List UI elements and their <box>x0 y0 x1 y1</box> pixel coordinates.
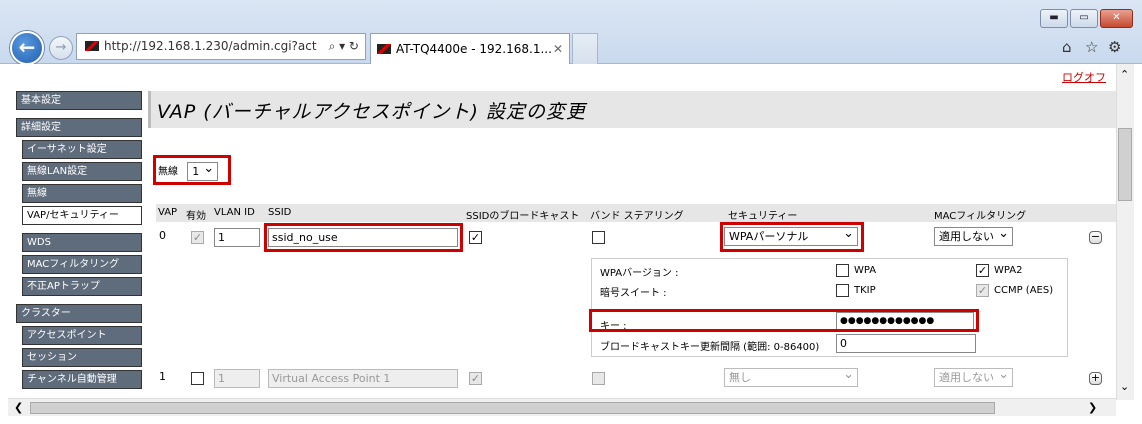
cipher-suite-label: 暗号スイート : <box>600 288 667 299</box>
broadcast-checkbox[interactable] <box>469 231 482 244</box>
sidebar-item-radio[interactable]: 無線 <box>22 184 142 203</box>
col-enabled: 有効 <box>186 211 206 222</box>
vap-table-header: VAP 有効 VLAN ID SSID SSIDのブロードキャスト バンド ステ… <box>156 204 1116 222</box>
ccmp-label: CCMP (AES) <box>994 285 1054 296</box>
tab-close-icon[interactable]: ✕ <box>553 42 563 56</box>
site-logo-icon <box>85 41 99 51</box>
page-title: VAP (バーチャルアクセスポイント) 設定の変更 <box>148 91 1116 128</box>
radio-selector: 無線 1 <box>158 160 219 181</box>
scroll-right-icon[interactable]: ❯ <box>1088 401 1097 414</box>
security-select: 無し <box>724 366 858 387</box>
col-band-steering: バンド ステアリング <box>590 211 684 222</box>
close-window-button[interactable]: ✕ <box>1100 9 1133 28</box>
address-controls[interactable]: ⌕ ▾ ↻ <box>329 34 359 59</box>
vap-id: 1 <box>159 370 166 383</box>
sidebar-item-mac-filter[interactable]: MACフィルタリング <box>22 255 142 274</box>
back-button[interactable]: ← <box>10 31 44 65</box>
sidebar-item-rogue-ap[interactable]: 不正APトラップ <box>22 277 142 296</box>
horizontal-scroll-thumb[interactable] <box>30 402 995 414</box>
new-tab-button[interactable] <box>572 33 598 64</box>
ssid-input: Virtual Access Point 1 <box>268 369 458 388</box>
collapse-button[interactable]: − <box>1089 231 1102 244</box>
logout-link[interactable]: ログオフ <box>1062 69 1106 85</box>
scroll-down-icon[interactable]: ⌄ <box>1120 380 1129 393</box>
col-ssid: SSID <box>268 207 292 218</box>
security-panel: WPAバージョン : WPA WPA2 暗号スイート : TKIP CCMP (… <box>591 258 1068 357</box>
browser-tab[interactable]: AT-TQ4400e - 192.168.1... ✕ <box>370 33 570 64</box>
wpa-version-label: WPAバージョン : <box>600 268 679 279</box>
col-vap: VAP <box>158 207 178 218</box>
security-select[interactable]: WPAパーソナル <box>724 225 858 246</box>
col-broadcast: SSIDのブロードキャスト <box>466 211 580 222</box>
wpa-label: WPA <box>854 265 877 276</box>
sidebar-item-wds[interactable]: WDS <box>22 233 142 252</box>
browser-chrome: ▬ ▭ ✕ ← → http://192.168.1.230/admin.cgi… <box>0 0 1142 65</box>
ssid-input[interactable]: ssid_no_use <box>268 228 458 247</box>
key-label: キー : <box>600 321 627 332</box>
key-input[interactable]: ●●●●●●●●●●●● <box>836 312 974 331</box>
band-steering-checkbox <box>592 372 605 385</box>
sidebar-item-wlan[interactable]: 無線LAN設定 <box>22 162 142 181</box>
maximize-button[interactable]: ▭ <box>1070 9 1098 28</box>
home-icon[interactable]: ⌂ <box>1062 38 1072 56</box>
expand-button[interactable]: + <box>1089 372 1102 385</box>
page-viewport: ログオフ 基本設定 詳細設定 イーサネット設定 無線LAN設定 無線 VAP/セ… <box>8 64 1116 400</box>
enabled-checkbox[interactable] <box>191 372 204 385</box>
sidebar-item-vap-security[interactable]: VAP/セキュリティー <box>22 206 142 225</box>
rekey-label: ブロードキャストキー更新間隔 (範囲: 0-86400) <box>600 342 820 353</box>
vap-id: 0 <box>159 229 166 242</box>
address-bar[interactable]: http://192.168.1.230/admin.cgi?act ⌕ ▾ ↻ <box>76 33 366 60</box>
enabled-checkbox <box>191 231 204 244</box>
tkip-label: TKIP <box>854 285 876 296</box>
tab-title: AT-TQ4400e - 192.168.1... <box>396 42 552 56</box>
broadcast-checkbox <box>469 372 482 385</box>
vlan-input[interactable]: 1 <box>214 228 260 247</box>
forward-button[interactable]: → <box>49 36 73 60</box>
col-vlan: VLAN ID <box>214 207 255 218</box>
settings-gear-icon[interactable]: ⚙ <box>1108 38 1121 56</box>
wpa2-label: WPA2 <box>994 265 1023 276</box>
site-logo-icon <box>377 44 391 54</box>
vertical-scrollbar[interactable]: ⌃ ⌄ <box>1116 64 1134 400</box>
radio-select[interactable]: 1 <box>187 160 219 181</box>
scroll-left-icon[interactable]: ❮ <box>14 401 23 414</box>
sidebar-item-basic[interactable]: 基本設定 <box>16 91 142 110</box>
band-steering-checkbox[interactable] <box>592 231 605 244</box>
col-mac-filter: MACフィルタリング <box>934 211 1027 222</box>
col-security: セキュリティー <box>728 211 798 222</box>
vertical-scroll-thumb[interactable] <box>1118 128 1132 201</box>
wpa2-checkbox[interactable] <box>976 264 989 277</box>
minimize-button[interactable]: ▬ <box>1040 9 1068 28</box>
ccmp-checkbox <box>976 284 989 297</box>
sidebar-item-access-points[interactable]: アクセスポイント <box>22 326 142 345</box>
sidebar-item-ethernet[interactable]: イーサネット設定 <box>22 140 142 159</box>
scroll-up-icon[interactable]: ⌃ <box>1120 68 1129 81</box>
favorites-star-icon[interactable]: ☆ <box>1085 38 1098 56</box>
sidebar-item-sessions[interactable]: セッション <box>22 348 142 367</box>
tkip-checkbox[interactable] <box>836 284 849 297</box>
radio-label: 無線 <box>158 166 178 178</box>
rekey-input[interactable]: 0 <box>836 334 976 353</box>
vlan-input: 1 <box>214 369 260 388</box>
mac-filter-select: 適用しない <box>934 366 1013 387</box>
address-text: http://192.168.1.230/admin.cgi?act <box>104 39 317 53</box>
mac-filter-select[interactable]: 適用しない <box>934 225 1013 246</box>
sidebar-item-cluster[interactable]: クラスター <box>16 304 142 323</box>
sidebar: 基本設定 詳細設定 イーサネット設定 無線LAN設定 無線 VAP/セキュリティ… <box>16 91 142 392</box>
sidebar-item-advanced[interactable]: 詳細設定 <box>16 118 142 137</box>
wpa-checkbox[interactable] <box>836 264 849 277</box>
sidebar-item-channel[interactable]: チャンネル自動管理 <box>22 370 142 389</box>
